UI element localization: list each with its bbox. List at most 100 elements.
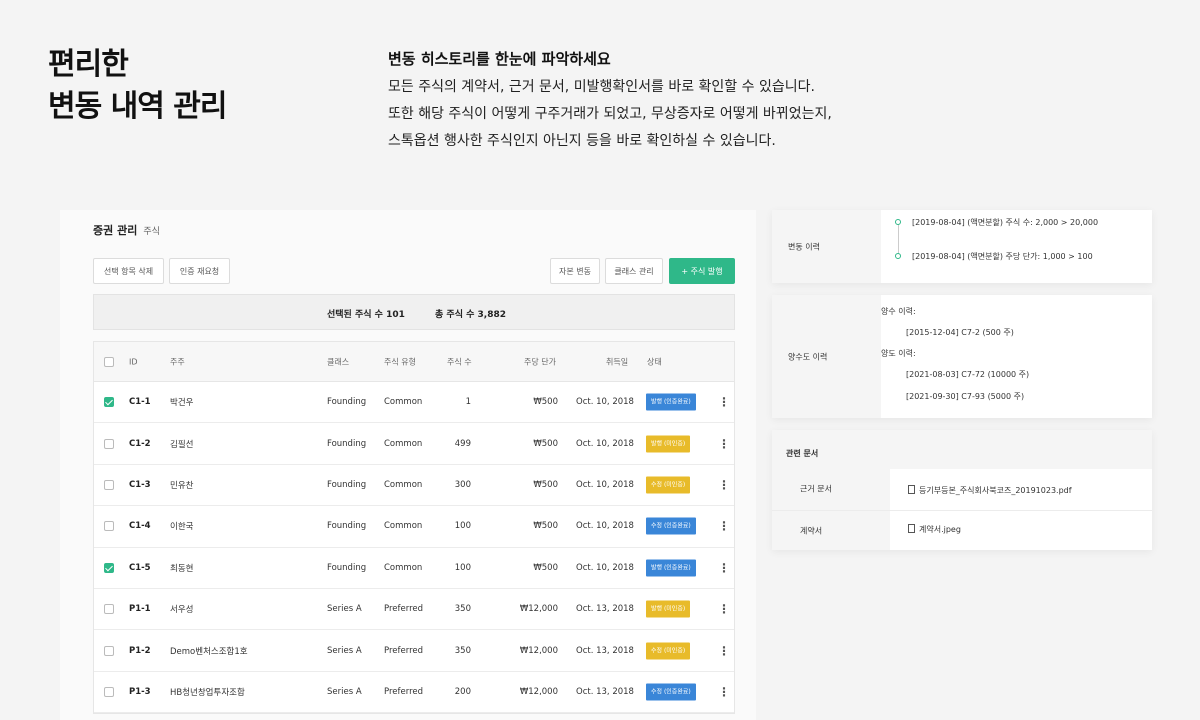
row-shares: 350 — [454, 645, 471, 656]
header-date: 취득일 — [606, 357, 629, 366]
header-price: 주당 단가 — [524, 357, 556, 366]
row-shares: 100 — [454, 562, 471, 573]
row-holder: Demo벤처스조합1호 — [170, 646, 248, 657]
table-row[interactable]: P1-1 서우성 Series A Preferred 350 ₩12,000 Oct. 1… — [94, 589, 734, 631]
row-holder: 최동현 — [170, 563, 194, 574]
more-options-icon[interactable]: ⋮ — [718, 438, 730, 450]
row-date: Oct. 10, 2018 — [576, 438, 634, 449]
panel-title-text: 증권 관리 — [93, 224, 138, 237]
row-id: C1-1 — [129, 397, 151, 408]
class-manage-button[interactable]: 클래스 관리 — [605, 258, 663, 284]
table-row[interactable]: C1-2 김필선 Founding Common 499 ₩500 Oct. 10, 201… — [94, 423, 734, 465]
row-checkbox[interactable] — [104, 562, 114, 573]
acquire-label: 양수 이력: — [881, 307, 916, 316]
issue-stock-button[interactable]: + 주식 발행 — [669, 258, 735, 284]
row-date: Oct. 13, 2018 — [576, 686, 634, 697]
row-checkbox[interactable] — [104, 604, 114, 615]
row-holder: 민유찬 — [170, 480, 194, 491]
row-checkbox[interactable] — [104, 645, 114, 656]
row-id: P1-3 — [129, 686, 151, 697]
row-class: Series A — [327, 686, 362, 697]
more-options-icon[interactable]: ⋮ — [718, 562, 730, 574]
timeline-dot — [895, 219, 901, 225]
timeline-dot — [895, 253, 901, 259]
row-shares: 1 — [465, 397, 471, 408]
more-options-icon[interactable]: ⋮ — [718, 479, 730, 491]
row-price: ₩12,000 — [519, 686, 558, 697]
row-price: ₩12,000 — [519, 604, 558, 615]
row-checkbox[interactable] — [104, 397, 114, 408]
status-badge: 발행 (인증완료) — [646, 559, 696, 577]
row-holder: 이한국 — [170, 522, 194, 533]
status-badge: 발행 (미인증) — [646, 435, 691, 453]
status-badge: 수정 (미인증) — [646, 642, 691, 660]
table-row[interactable]: P1-2 Demo벤처스조합1호 Series A Preferred 350 ₩12,0… — [94, 630, 734, 672]
row-date: Oct. 10, 2018 — [576, 397, 634, 408]
row-shares: 200 — [454, 686, 471, 697]
row-type: Common — [384, 521, 423, 532]
securities-panel: 증권 관리 주식 선택 항목 삭제 인증 재요청 자본 변동 클래스 관리 + 주… — [60, 210, 756, 720]
header-holder: 주주 — [170, 357, 185, 366]
row-type: Preferred — [384, 645, 424, 656]
row-holder: 서우성 — [170, 605, 194, 616]
table-row[interactable]: C1-5 최동현 Founding Common 100 ₩500 Oct. 10, 201… — [94, 548, 734, 589]
row-date: Oct. 13, 2018 — [576, 604, 634, 615]
selection-summary: 선택된 주식 수 101 총 주식 수 3,882 — [93, 294, 735, 330]
row-date: Oct. 10, 2018 — [576, 479, 634, 490]
header-type: 주식 유형 — [384, 357, 416, 366]
row-class: Founding — [327, 562, 367, 573]
stock-table: ID 주주 클래스 주식 유형 주식 수 주당 단가 취득일 상태 C1-1 박건… — [93, 341, 735, 715]
more-options-icon[interactable]: ⋮ — [718, 603, 730, 615]
more-options-icon[interactable]: ⋮ — [718, 520, 730, 532]
row-date: Oct. 13, 2018 — [576, 645, 634, 656]
transfer-label: 양도 이력: — [881, 349, 916, 358]
row-shares: 350 — [454, 604, 471, 615]
total-count: 총 주식 수 3,882 — [435, 310, 506, 320]
row-holder: HB청년창업투자조합 — [170, 687, 245, 698]
more-options-icon[interactable]: ⋮ — [718, 686, 730, 698]
row-type: Common — [384, 397, 423, 408]
hero-title-line-1: 편리한 — [48, 47, 129, 82]
table-row[interactable]: C1-1 박건우 Founding Common 1 ₩500 Oct. 10, 2018 발… — [94, 382, 734, 424]
more-options-icon[interactable]: ⋮ — [718, 396, 730, 408]
acquire-entry: [2015-12-04] C7-2 (500 주) — [906, 328, 1014, 337]
table-row[interactable]: P1-3 HB청년창업투자조합 Series A Preferred 200 ₩12,00… — [94, 672, 734, 714]
row-price: ₩500 — [533, 397, 558, 408]
row-holder: 박건우 — [170, 398, 194, 409]
delete-selected-button[interactable]: 선택 항목 삭제 — [93, 258, 164, 284]
table-row[interactable]: C1-4 이한국 Founding Common 100 ₩500 Oct. 10, 201… — [94, 506, 734, 548]
row-checkbox[interactable] — [104, 521, 114, 532]
row-price: ₩500 — [533, 562, 558, 573]
file-icon — [908, 485, 915, 494]
row-type: Preferred — [384, 604, 424, 615]
row-class: Series A — [327, 645, 362, 656]
change-history-card: 변동 이력 [2019-08-04] (액면분할) 주식 수: 2,000 > … — [772, 210, 1152, 283]
row-id: C1-2 — [129, 438, 151, 449]
select-all-checkbox[interactable] — [104, 356, 114, 367]
row-checkbox[interactable] — [104, 438, 114, 449]
hero-description: 변동 히스토리를 한눈에 파악하세요 모든 주식의 계약서, 근거 문서, 미발… — [388, 48, 948, 155]
document-link[interactable]: 계약서.jpeg — [908, 524, 961, 535]
row-class: Founding — [327, 438, 367, 449]
row-id: P1-2 — [129, 645, 151, 656]
row-id: P1-1 — [129, 604, 151, 615]
row-date: Oct. 10, 2018 — [576, 521, 634, 532]
transfer-entry: [2021-09-30] C7-93 (5000 주) — [906, 392, 1025, 401]
row-price: ₩500 — [533, 479, 558, 490]
change-history-label: 변동 이력 — [788, 242, 820, 252]
row-type: Common — [384, 479, 423, 490]
row-holder: 김필선 — [170, 439, 194, 450]
transfer-history-label: 양수도 이력 — [788, 352, 828, 362]
row-checkbox[interactable] — [104, 479, 114, 490]
row-shares: 300 — [454, 479, 471, 490]
request-auth-button[interactable]: 인증 재요청 — [169, 258, 230, 284]
more-options-icon[interactable]: ⋮ — [718, 645, 730, 657]
table-header: ID 주주 클래스 주식 유형 주식 수 주당 단가 취득일 상태 — [94, 342, 734, 382]
row-type: Common — [384, 438, 423, 449]
capital-change-button[interactable]: 자본 변동 — [550, 258, 600, 284]
document-link[interactable]: 등기부등본_주식회사북코즈_20191023.pdf — [908, 485, 1072, 496]
header-shares: 주식 수 — [447, 357, 472, 366]
header-id: ID — [129, 357, 138, 366]
table-row[interactable]: C1-3 민유찬 Founding Common 300 ₩500 Oct. 10, 201… — [94, 465, 734, 507]
row-checkbox[interactable] — [104, 686, 114, 697]
